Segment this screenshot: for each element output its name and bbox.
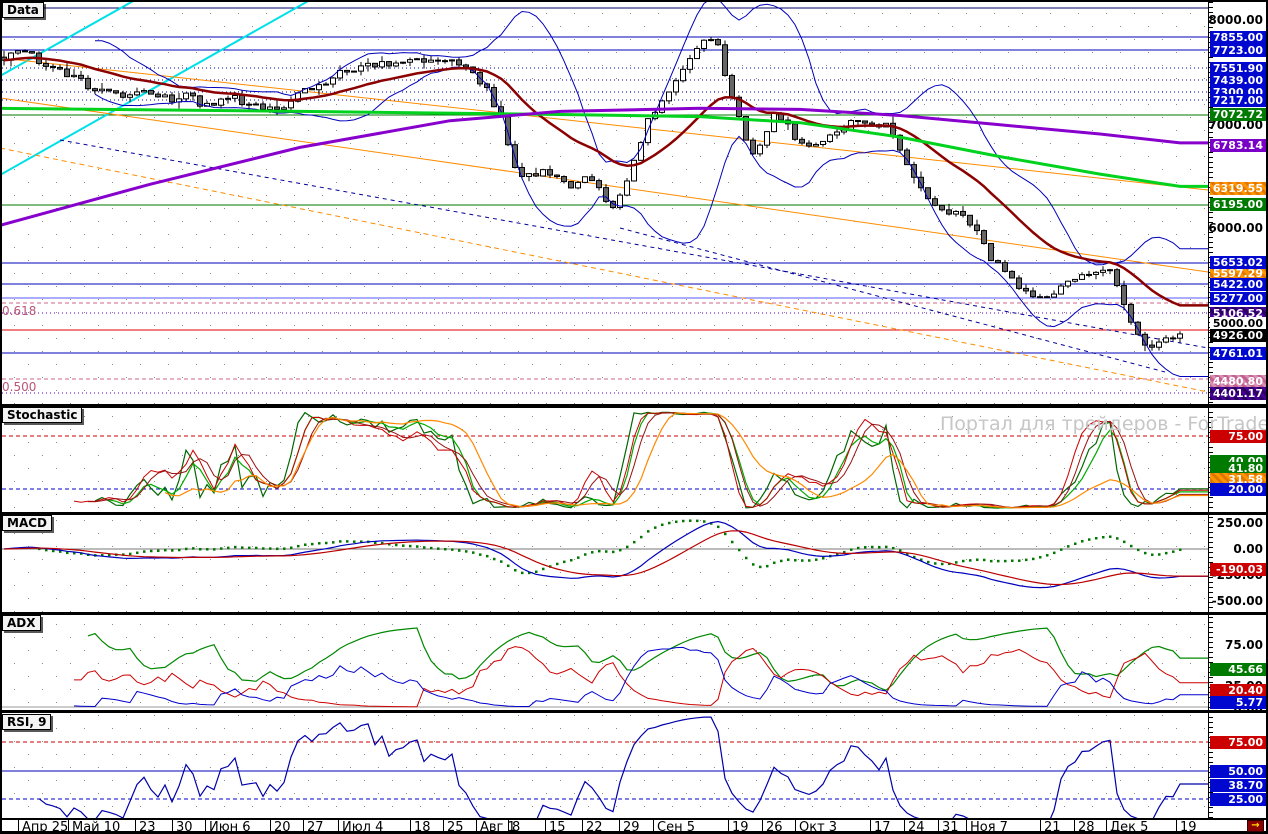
fib-level-label: 0.500 xyxy=(2,380,36,394)
axis-label-data: 7723.00 xyxy=(1210,44,1266,57)
panel-tab-rsi[interactable]: RSI, 9 xyxy=(2,714,51,730)
axis-label-data: 6783.14 xyxy=(1210,139,1266,152)
axis-label-macd: -190.03 xyxy=(1210,563,1266,576)
axis-label-rsi: 75.00 xyxy=(1210,736,1266,749)
axis-label-data: 6000.00 xyxy=(1206,222,1266,235)
panel-separator[interactable] xyxy=(0,404,1268,408)
panel-separator[interactable] xyxy=(0,0,1268,2)
axis-label-data: 5277.00 xyxy=(1210,292,1266,305)
axis-label-data: 7072.72 xyxy=(1210,108,1266,121)
panel-separator[interactable] xyxy=(0,818,1268,820)
axis-label-adx: 45.66 xyxy=(1210,663,1266,676)
axis-label-data: 4926.00 xyxy=(1210,329,1266,342)
axis-label-data: 8000.00 xyxy=(1206,14,1266,27)
trading-app-window: Портал для трейдеров - ForTrader.ru Data… xyxy=(0,0,1268,834)
right-arrow-icon: → xyxy=(1251,820,1259,831)
panel-separator[interactable] xyxy=(0,710,1268,713)
axis-label-rsi: 50.00 xyxy=(1210,765,1266,778)
axis-label-data: 7217.00 xyxy=(1210,94,1266,107)
axis-label-adx: 5.77 xyxy=(1210,696,1266,709)
axis-label-macd: -500.00 xyxy=(1206,595,1266,608)
panel-separator[interactable] xyxy=(0,612,1268,615)
axis-label-rsi: 25.00 xyxy=(1210,793,1266,806)
watermark-text: Портал для трейдеров - ForTrader.ru xyxy=(940,413,1268,435)
axis-label-stoch: 20.00 xyxy=(1210,483,1266,496)
axis-label-data: 7855.00 xyxy=(1210,31,1266,44)
axis-label-adx: 75.00 xyxy=(1206,639,1266,652)
axis-label-data: 4761.01 xyxy=(1210,347,1266,360)
axis-label-data: 5422.00 xyxy=(1210,278,1266,291)
panel-separator[interactable] xyxy=(0,512,1268,515)
window-border xyxy=(1208,0,1209,820)
axis-label-macd: 0.00 xyxy=(1206,543,1266,556)
panel-tab-data[interactable]: Data xyxy=(2,2,44,18)
panel-tab-stoch[interactable]: Stochastic xyxy=(2,407,82,423)
scroll-right-button[interactable]: → xyxy=(1247,820,1264,832)
axis-label-data: 4401.17 xyxy=(1210,387,1266,400)
panel-tab-adx[interactable]: ADX xyxy=(2,615,41,631)
fib-level-label: 0.618 xyxy=(2,304,36,318)
panel-tab-macd[interactable]: MACD xyxy=(2,515,52,531)
axis-label-data: 5653.02 xyxy=(1210,256,1266,269)
window-border xyxy=(0,0,2,834)
axis-label-macd: 250.00 xyxy=(1206,517,1266,530)
axis-label-data: 6195.00 xyxy=(1210,198,1266,211)
axis-label-rsi: 38.70 xyxy=(1210,779,1266,792)
axis-label-data: 6319.55 xyxy=(1210,182,1266,195)
